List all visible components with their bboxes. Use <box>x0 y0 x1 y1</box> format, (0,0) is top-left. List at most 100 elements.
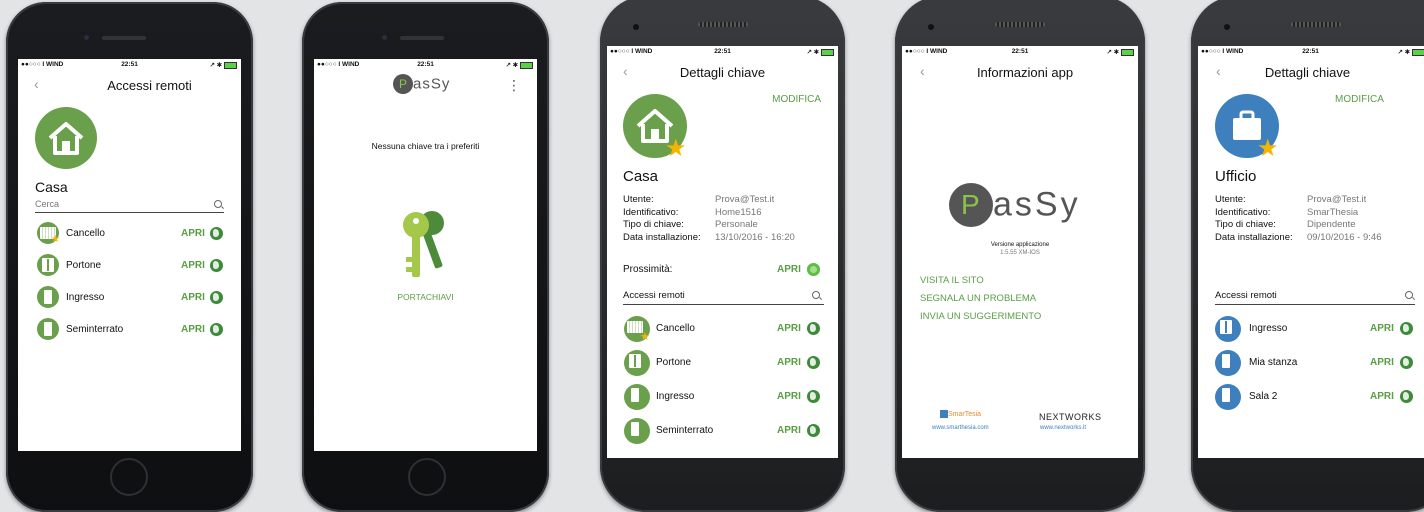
star-icon: ★ <box>51 234 60 245</box>
door-icon <box>624 418 650 444</box>
empty-message: Nessuna chiave tra i preferiti <box>371 141 480 151</box>
list-item-label: Portone <box>656 357 692 368</box>
open-button[interactable]: APRI <box>181 228 205 239</box>
battery-icon <box>224 61 237 69</box>
search-underline <box>35 212 224 213</box>
section-underline <box>1215 304 1415 305</box>
back-icon[interactable]: ‹ <box>34 76 39 92</box>
key-details: Utente: Prova@Test.it Identificativo: Smar… <box>1215 194 1424 244</box>
clock: 22:51 <box>714 48 731 55</box>
detail-row: Utente: Prova@Test.it <box>623 194 775 205</box>
detail-row: Tipo di chiave: Personale <box>623 219 758 230</box>
status-bar: ●●○○○ I WIND 22:51 ↗ ✱ <box>607 46 838 58</box>
logo-p-icon: P <box>949 183 993 227</box>
open-button[interactable]: APRI <box>1370 357 1394 368</box>
logo-text: asSy <box>413 75 451 93</box>
door-icon <box>624 350 650 376</box>
detail-row: Identificativo: SmarThesia <box>1215 206 1359 218</box>
phone-4: ●●○○○ I WIND 22:51 ↗ ✱ ‹ Informazioni ap… <box>895 0 1145 512</box>
list-item-label: Cancello <box>656 323 695 334</box>
door-icon <box>624 384 650 410</box>
screen-4: ●●○○○ I WIND 22:51 ↗ ✱ ‹ Informazioni ap… <box>902 46 1138 458</box>
menu-icon[interactable]: ⋮ <box>507 77 521 94</box>
detail-row: Data installazione: 13/10/2016 - 16:20 <box>623 231 795 243</box>
search-input[interactable]: Cerca <box>35 199 59 209</box>
open-button[interactable]: APRI <box>181 324 205 335</box>
speaker-grille <box>698 22 748 27</box>
open-button[interactable]: APRI <box>777 323 801 334</box>
door-icon <box>1215 384 1241 410</box>
proximity-icon <box>807 263 820 276</box>
app-logo: P asSy <box>949 183 1081 227</box>
door-icon <box>1215 316 1241 342</box>
page-title: Dettagli chiave <box>1264 65 1351 80</box>
open-button[interactable]: APRI <box>777 357 801 368</box>
battery-icon <box>520 61 533 69</box>
screen-3: ●●○○○ I WIND 22:51 ↗ ✱ ‹ Dettagli chiave… <box>607 46 838 458</box>
globe-icon <box>210 323 223 336</box>
partner-url-smartesia[interactable]: www.smarthesia.com <box>932 425 989 431</box>
globe-icon <box>1400 322 1413 335</box>
logo-text: asSy <box>993 185 1081 224</box>
key-name: Casa <box>35 179 68 195</box>
report-problem-link[interactable]: SEGNALA UN PROBLEMA <box>920 293 1036 304</box>
search-icon[interactable] <box>214 200 222 208</box>
suggestion-link[interactable]: INVIA UN SUGGERIMENTO <box>920 311 1041 322</box>
status-bar: ●●○○○ I WIND 22:51 ↗ ✱ <box>1198 46 1424 58</box>
globe-icon <box>807 356 820 369</box>
version-label: Versione applicazione <box>990 242 1050 248</box>
keyring-link[interactable]: PORTACHIAVI <box>314 292 537 302</box>
door-icon <box>37 286 59 308</box>
home-icon <box>35 107 97 169</box>
list-item-label: Ingresso <box>1249 323 1288 334</box>
list-item-label: Ingresso <box>656 391 695 402</box>
door-icon <box>1215 350 1241 376</box>
list-item-label: Seminterrato <box>66 324 124 335</box>
globe-icon <box>210 291 223 304</box>
list-item-label: Seminterrato <box>656 425 714 436</box>
status-icons: ↗ ✱ <box>1106 48 1134 56</box>
status-icons: ↗ ✱ <box>209 61 237 69</box>
page-title: Informazioni app <box>976 65 1074 80</box>
proximity-open-button[interactable]: APRI <box>777 264 801 275</box>
star-icon: ★ <box>665 135 687 162</box>
globe-icon <box>210 259 223 272</box>
front-camera <box>928 24 934 30</box>
edit-button[interactable]: MODIFICA <box>1335 94 1384 105</box>
front-camera <box>633 24 639 30</box>
partner-url-nextworks[interactable]: www.nextworks.it <box>1040 425 1086 431</box>
list-item-label: Cancello <box>66 228 105 239</box>
battery-icon <box>1412 48 1424 56</box>
open-button[interactable]: APRI <box>1370 323 1394 334</box>
partner-logo-smartesia: SmarTesia <box>940 410 981 418</box>
search-icon[interactable] <box>1405 291 1413 299</box>
open-button[interactable]: APRI <box>777 391 801 402</box>
open-button[interactable]: APRI <box>1370 391 1394 402</box>
edit-button[interactable]: MODIFICA <box>772 94 821 105</box>
globe-icon <box>807 424 820 437</box>
search-icon[interactable] <box>812 291 820 299</box>
detail-row: Identificativo: Home1516 <box>623 206 762 218</box>
clock: 22:51 <box>121 61 138 68</box>
status-icons: ↗ ✱ <box>1397 48 1424 56</box>
front-camera <box>382 35 387 40</box>
status-bar: ●●○○○ I WIND 22:51 ↗ ✱ <box>18 59 241 71</box>
open-button[interactable]: APRI <box>181 292 205 303</box>
keys-icon[interactable] <box>394 205 454 285</box>
logo-p-icon: P <box>393 74 413 94</box>
open-button[interactable]: APRI <box>181 260 205 271</box>
home-button[interactable] <box>408 458 446 496</box>
detail-row: Data installazione: 09/10/2016 - 9:46 <box>1215 231 1382 243</box>
globe-icon <box>807 322 820 335</box>
status-bar: ●●○○○ I WIND 22:51 ↗ ✱ <box>902 46 1138 58</box>
home-button[interactable] <box>110 458 148 496</box>
phone-5: ●●○○○ I WIND 22:51 ↗ ✱ ‹ Dettagli chiave… <box>1191 0 1424 512</box>
visit-site-link[interactable]: VISITA IL SITO <box>920 275 984 286</box>
list-item-label: Mia stanza <box>1249 357 1298 368</box>
list-item-label: Portone <box>66 260 102 271</box>
earpiece <box>400 36 444 40</box>
section-underline <box>623 304 824 305</box>
status-icons: ↗ ✱ <box>505 61 533 69</box>
open-button[interactable]: APRI <box>777 425 801 436</box>
section-title: Accessi remoti <box>623 290 685 301</box>
